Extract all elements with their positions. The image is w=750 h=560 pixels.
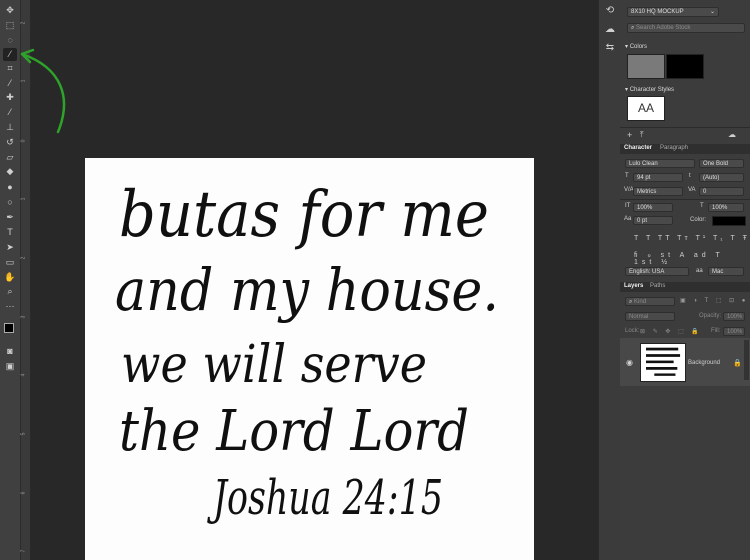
hand-tool-icon[interactable]: ✋ [3, 271, 17, 284]
kerning-field[interactable]: Metrics [633, 187, 683, 196]
font-size-icon: T [625, 173, 629, 179]
blur-tool-icon[interactable]: ● [3, 181, 17, 194]
eye-icon[interactable]: ◉ [626, 358, 633, 367]
vertical-scale-field[interactable]: 100% [633, 203, 673, 212]
lock-icon: 🔒 [733, 360, 742, 367]
layer-thumbnail [640, 343, 686, 382]
blend-mode-select[interactable]: Normal [625, 312, 675, 321]
layer-name: Background [688, 360, 721, 366]
adjustments-icon[interactable]: ⇆ [604, 42, 616, 54]
tracking-icon: VA [688, 187, 696, 193]
fill-field[interactable]: 100% [723, 327, 745, 336]
type-style-buttons[interactable]: T T TT Tт T¹ T₁ T Ŧ [634, 235, 750, 242]
eraser-tool-icon[interactable]: ▱ [3, 151, 17, 164]
character-tabbar: Character Paragraph [620, 144, 750, 154]
font-size-field[interactable]: 94 pt [633, 173, 683, 182]
lettering-line-3: we will serve [121, 335, 427, 395]
anti-alias-icon: aa [696, 268, 703, 274]
language-select[interactable]: English: USA [625, 267, 689, 276]
paint-bucket-tool-icon[interactable]: ◆ [3, 165, 17, 178]
anti-alias-select[interactable]: Mac [708, 267, 744, 276]
layer-filter-select[interactable]: ⌕ Kind [625, 297, 675, 306]
font-family-select[interactable]: Lulo Clean [625, 159, 695, 168]
foreground-color-swatch[interactable] [4, 323, 14, 333]
layers-scrollbar[interactable] [744, 340, 749, 380]
upload-icon[interactable]: ⤒ [640, 130, 644, 140]
cloud-icon[interactable]: ☁ [728, 130, 736, 139]
library-label: 8X10 HQ MOCKUP [631, 9, 684, 15]
baseline-shift-field[interactable]: 0 pt [633, 216, 673, 225]
tab-character[interactable]: Character [624, 145, 652, 151]
search-icon: ⌕ [631, 25, 635, 31]
lock-icons[interactable]: ⊠ ✎ ✥ ⬚ 🔒 [640, 328, 702, 335]
pen-tool-icon[interactable]: ✒ [3, 211, 17, 224]
leading-field[interactable]: (Auto) [699, 173, 744, 182]
chevron-down-icon: ⌄ [709, 9, 715, 15]
lettering-line-5: Joshua 24:15 [206, 470, 443, 526]
color-label: Color: [690, 217, 707, 223]
canvas-area[interactable]: butas for me and my house. we will serve… [31, 0, 620, 560]
add-icon[interactable]: + [627, 130, 632, 140]
stock-search-input[interactable]: ⌕ Search Adobe Stock [627, 23, 745, 33]
leading-icon: t [689, 173, 691, 179]
opentype-buttons[interactable]: ﬁ ℴ st A ad T 1st ½ [634, 251, 750, 266]
horizontal-scale-icon: T [700, 203, 704, 209]
font-style-select[interactable]: One Bold [699, 159, 744, 168]
tracking-field[interactable]: 0 [699, 187, 744, 196]
text-color-swatch[interactable] [712, 216, 746, 226]
layers-tabbar: Layers Paths [620, 282, 750, 292]
dodge-tool-icon[interactable]: ○ [3, 196, 17, 209]
lettering-line-1: butas for me [119, 178, 489, 252]
document-canvas[interactable]: butas for me and my house. we will serve… [85, 158, 534, 560]
fill-label: Fill: [711, 328, 721, 334]
lettering-line-4: the Lord Lord [119, 399, 469, 464]
layer-row-background[interactable]: ◉ Background 🔒 [620, 338, 750, 386]
gray-swatch[interactable] [627, 54, 665, 79]
tab-paths[interactable]: Paths [650, 283, 665, 289]
libraries-icon[interactable]: ☁ [604, 24, 616, 36]
character-styles-header[interactable]: ▾ Character Styles [625, 86, 674, 93]
history-icon[interactable]: ⟲ [604, 5, 616, 17]
lettering-line-2: and my house. [115, 256, 499, 324]
layer-filter-icons[interactable]: ▣ ◑ T ⬚ ⊡ ● [680, 297, 748, 304]
type-tool-icon[interactable]: T [3, 226, 17, 239]
baseline-shift-icon: Aa [624, 216, 632, 222]
character-style-thumbnail[interactable]: AA [627, 96, 665, 121]
colors-header[interactable]: ▾ Colors [625, 43, 647, 50]
lettering-artwork: butas for me and my house. we will serve… [115, 178, 499, 526]
zoom-tool-icon[interactable]: ⌕ [3, 285, 17, 298]
black-swatch[interactable] [666, 54, 704, 79]
search-icon: ⌕ [629, 299, 633, 305]
panel-icon-strip: ⟲ ☁ ⇆ [598, 0, 621, 560]
lock-label: Lock: [625, 328, 640, 334]
more-tools-icon[interactable]: ··· [3, 300, 17, 313]
vertical-scale-icon: IT [625, 203, 631, 209]
opacity-field[interactable]: 100% [723, 312, 745, 321]
horizontal-scale-field[interactable]: 100% [708, 203, 744, 212]
rectangle-tool-icon[interactable]: ▭ [3, 256, 17, 269]
library-dropdown[interactable]: 8X10 HQ MOCKUP ⌄ [627, 7, 719, 17]
quick-mask-icon[interactable]: ◙ [3, 345, 17, 358]
tab-paragraph[interactable]: Paragraph [660, 145, 688, 151]
screen-mode-icon[interactable]: ▣ [3, 360, 17, 373]
path-selection-tool-icon[interactable]: ➤ [3, 241, 17, 254]
tab-layers[interactable]: Layers [624, 283, 643, 289]
right-panels: 8X10 HQ MOCKUP ⌄ ⌕ Search Adobe Stock ▾ … [620, 0, 750, 560]
annotation-arrow [20, 48, 66, 134]
search-placeholder: Search Adobe Stock [636, 25, 691, 31]
opacity-label: Opacity: [699, 313, 722, 319]
